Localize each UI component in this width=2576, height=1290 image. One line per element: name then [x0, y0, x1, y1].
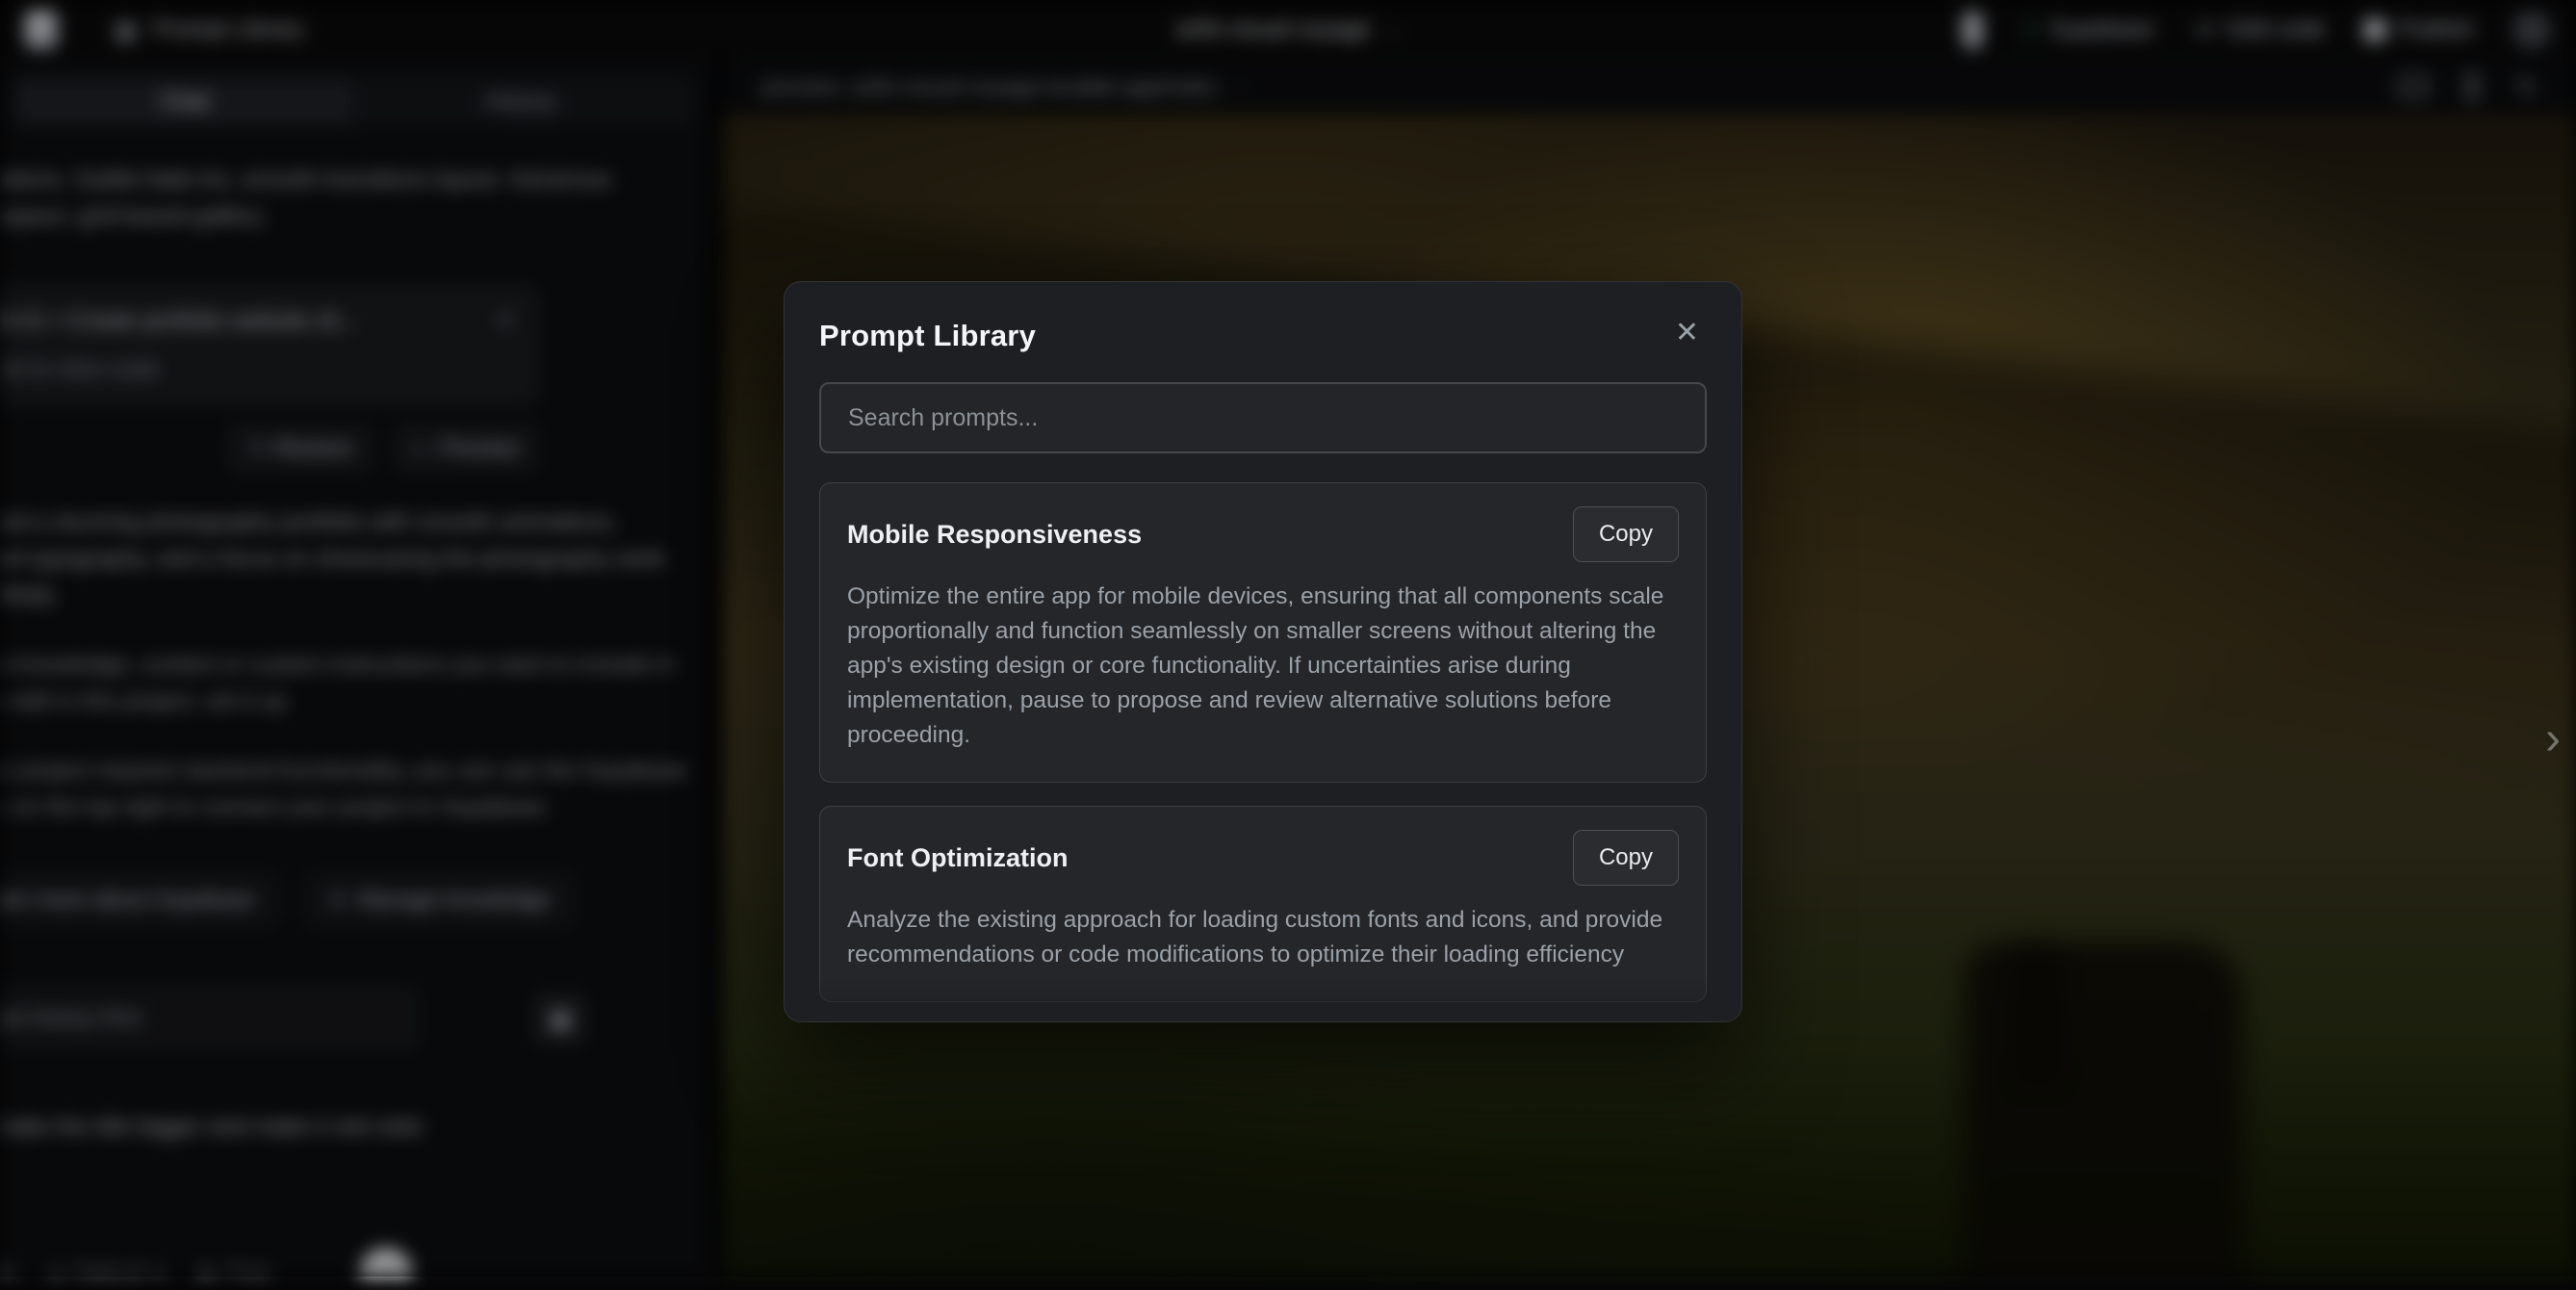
prompt-library-modal: Prompt Library ✕ Mobile Responsiveness C… — [784, 281, 1742, 1022]
prompt-card-mobile-responsiveness: Mobile Responsiveness Copy Optimize the … — [819, 482, 1707, 783]
prompt-body: Optimize the entire app for mobile devic… — [847, 580, 1679, 753]
panel-expand-chevron[interactable]: › — [2545, 712, 2561, 765]
prompt-title: Mobile Responsiveness — [847, 520, 1142, 550]
copy-button[interactable]: Copy — [1573, 830, 1679, 886]
modal-title: Prompt Library — [819, 319, 1036, 353]
modal-bottom-fade — [786, 977, 1739, 1021]
copy-button[interactable]: Copy — [1573, 506, 1679, 562]
prompt-title: Font Optimization — [847, 843, 1068, 873]
prompt-list: Mobile Responsiveness Copy Optimize the … — [819, 482, 1707, 1022]
prompt-card-font-optimization: Font Optimization Copy Analyze the exist… — [819, 806, 1707, 1002]
prompt-body: Analyze the existing approach for loadin… — [847, 903, 1679, 972]
search-prompts-input[interactable] — [819, 382, 1707, 453]
close-icon[interactable]: ✕ — [1675, 319, 1699, 348]
